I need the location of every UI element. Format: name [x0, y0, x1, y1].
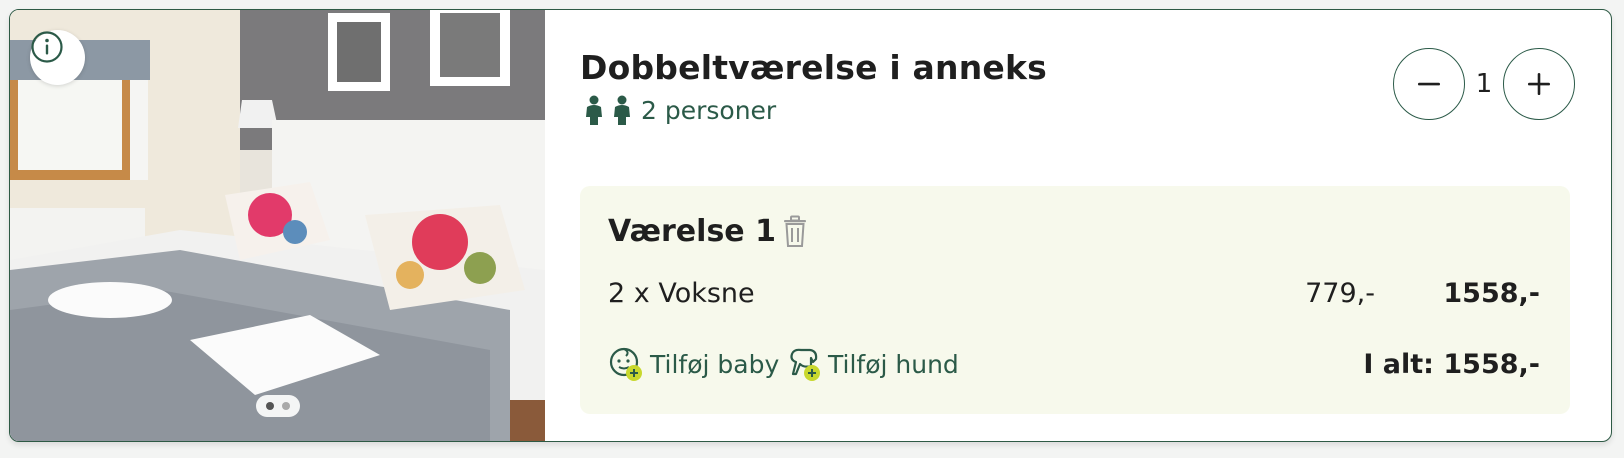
unit-price: 779,-: [1305, 278, 1375, 309]
decrease-button[interactable]: [1393, 48, 1465, 120]
info-button[interactable]: [30, 30, 85, 85]
trash-icon[interactable]: [780, 215, 810, 249]
baby-icon: [609, 347, 642, 381]
add-baby-button[interactable]: Tilføj baby: [608, 346, 779, 382]
person-icon: [614, 95, 630, 125]
room-quantity-stepper: 1: [1393, 48, 1575, 120]
line-total: 1558,-: [1443, 278, 1540, 309]
add-dog-label: Tilføj hund: [828, 349, 959, 379]
increase-button[interactable]: [1503, 48, 1575, 120]
plus-icon: [1528, 73, 1550, 95]
persons-info: 2 personer: [583, 94, 776, 126]
carousel-dot-2[interactable]: [282, 402, 290, 410]
persons-count: 2 personer: [641, 95, 777, 125]
minus-icon: [1418, 82, 1440, 86]
add-baby-label: Tilføj baby: [650, 349, 780, 379]
grand-total: I alt: 1558,-: [1363, 349, 1540, 380]
person-icon: [586, 95, 602, 125]
room-label: Værelse 1: [608, 214, 776, 249]
info-icon: [31, 31, 63, 63]
room-quantity-value: 1: [1475, 69, 1493, 99]
room-photo-illustration: [10, 10, 545, 441]
carousel-dot-1[interactable]: [266, 402, 274, 410]
dog-icon: [790, 348, 820, 381]
room-details-panel: Værelse 1 2 x Voksne 779,- 1558,- Tilføj…: [580, 186, 1570, 414]
guest-line-label: 2 x Voksne: [608, 278, 755, 309]
carousel-indicator: [256, 395, 300, 417]
room-title: Dobbeltværelse i anneks: [580, 48, 1047, 87]
room-card: Dobbeltværelse i anneks 2 personer 1 Vær…: [9, 9, 1612, 442]
room-photo[interactable]: [10, 10, 545, 441]
add-dog-button[interactable]: Tilføj hund: [786, 346, 959, 382]
